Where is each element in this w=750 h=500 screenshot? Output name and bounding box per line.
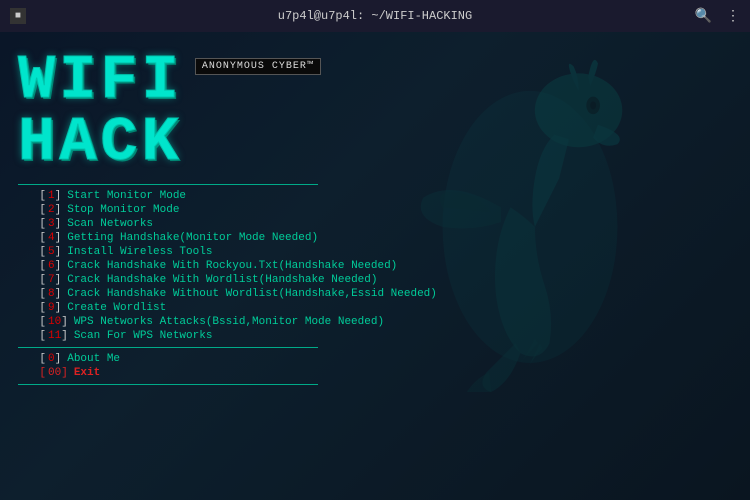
label-9: WPS Networks Attacks(Bssid,Monitor Mode … (74, 316, 384, 328)
bracket-close-4: ] (55, 246, 62, 258)
bracket-close-5: ] (55, 260, 62, 272)
menu-item-11[interactable]: [ 11 ] Scan For WPS Networks (18, 329, 750, 343)
menu-item-2[interactable]: [ 2 ] Stop Monitor Mode (18, 203, 750, 217)
number-9: 10 (48, 316, 61, 328)
about-bracket-open: [ (18, 353, 46, 365)
menu-item-8[interactable]: [ 8 ] Crack Handshake Without Wordlist(H… (18, 287, 750, 301)
titlebar-title: u7p4l@u7p4l: ~/WIFI-HACKING (278, 9, 472, 23)
number-4: 5 (48, 246, 55, 258)
window-icon: ■ (10, 8, 26, 24)
bracket-close-0: ] (55, 190, 62, 202)
logo-wifi: WIFI (18, 50, 183, 112)
label-6: Crack Handshake With Wordlist(Handshake … (67, 274, 377, 286)
number-3: 4 (48, 232, 55, 244)
about-bracket-close: ] (55, 353, 62, 365)
exit-number: 00 (48, 367, 61, 379)
top-divider (18, 184, 318, 185)
bracket-open-0: [ (18, 190, 46, 202)
menu-item-5[interactable]: [ 5 ] Install Wireless Tools (18, 245, 750, 259)
bracket-open-6: [ (18, 274, 46, 286)
number-2: 3 (48, 218, 55, 230)
about-label: About Me (67, 353, 120, 365)
menu-container: [ 1 ] Start Monitor Mode [ 2 ] Stop Moni… (18, 184, 750, 385)
anonymous-badge-text: ANONYMOUS CYBER™ (202, 61, 314, 72)
label-5: Crack Handshake With Rockyou.Txt(Handsha… (67, 260, 397, 272)
bracket-open-7: [ (18, 288, 46, 300)
about-number: 0 (48, 353, 55, 365)
label-8: Create Wordlist (67, 302, 166, 314)
titlebar-right: 🔍 ⋮ (695, 8, 740, 25)
label-1: Stop Monitor Mode (67, 204, 179, 216)
bracket-close-1: ] (55, 204, 62, 216)
label-7: Crack Handshake Without Wordlist(Handsha… (67, 288, 437, 300)
bracket-close-7: ] (55, 288, 62, 300)
number-7: 8 (48, 288, 55, 300)
exit-bracket-close: ] (61, 367, 68, 379)
label-0: Start Monitor Mode (67, 190, 186, 202)
menu-item-6[interactable]: [ 6 ] Crack Handshake With Rockyou.Txt(H… (18, 259, 750, 273)
bracket-close-9: ] (61, 316, 68, 328)
logo-area: WIFI HACK ANONYMOUS CYBER™ (18, 50, 750, 174)
titlebar: ■ u7p4l@u7p4l: ~/WIFI-HACKING 🔍 ⋮ (0, 0, 750, 32)
bottom-divider (18, 384, 318, 385)
menu-about[interactable]: [ 0 ] About Me (18, 352, 750, 366)
label-2: Scan Networks (67, 218, 153, 230)
number-10: 11 (48, 330, 61, 342)
menu-exit[interactable]: [ 00 ] Exit (18, 366, 750, 380)
menu-item-7[interactable]: [ 7 ] Crack Handshake With Wordlist(Hand… (18, 273, 750, 287)
number-6: 7 (48, 274, 55, 286)
search-icon[interactable]: 🔍 (695, 8, 712, 25)
titlebar-left: ■ (10, 8, 26, 24)
bracket-open-2: [ (18, 218, 46, 230)
menu-item-1[interactable]: [ 1 ] Start Monitor Mode (18, 189, 750, 203)
exit-bracket-open: [ (18, 367, 46, 379)
menu-item-10[interactable]: [ 10 ] WPS Networks Attacks(Bssid,Monito… (18, 315, 750, 329)
bracket-open-5: [ (18, 260, 46, 272)
exit-label: Exit (74, 367, 100, 379)
number-0: 1 (48, 190, 55, 202)
bracket-open-1: [ (18, 204, 46, 216)
bracket-close-2: ] (55, 218, 62, 230)
number-5: 6 (48, 260, 55, 272)
anonymous-badge: ANONYMOUS CYBER™ (195, 58, 321, 75)
bracket-close-8: ] (55, 302, 62, 314)
label-10: Scan For WPS Networks (74, 330, 213, 342)
label-4: Install Wireless Tools (67, 246, 212, 258)
bracket-close-6: ] (55, 274, 62, 286)
logo-hack: HACK (18, 112, 183, 174)
menu-icon[interactable]: ⋮ (726, 8, 740, 25)
bracket-open-10: [ (18, 330, 46, 342)
bracket-open-9: [ (18, 316, 46, 328)
number-1: 2 (48, 204, 55, 216)
bracket-close-10: ] (61, 330, 68, 342)
bracket-close-3: ] (55, 232, 62, 244)
left-content: WIFI HACK ANONYMOUS CYBER™ [ 1 ] Start M… (0, 32, 750, 500)
label-3: Getting Handshake(Monitor Mode Needed) (67, 232, 318, 244)
bracket-open-4: [ (18, 246, 46, 258)
menu-item-3[interactable]: [ 3 ] Scan Networks (18, 217, 750, 231)
menu-items-list: [ 1 ] Start Monitor Mode [ 2 ] Stop Moni… (18, 189, 750, 343)
number-8: 9 (48, 302, 55, 314)
main-content: WIFI HACK ANONYMOUS CYBER™ [ 1 ] Start M… (0, 32, 750, 500)
menu-item-4[interactable]: [ 4 ] Getting Handshake(Monitor Mode Nee… (18, 231, 750, 245)
mid-divider (18, 347, 318, 348)
window-icon-symbol: ■ (15, 11, 21, 22)
menu-item-9[interactable]: [ 9 ] Create Wordlist (18, 301, 750, 315)
bracket-open-3: [ (18, 232, 46, 244)
bracket-open-8: [ (18, 302, 46, 314)
